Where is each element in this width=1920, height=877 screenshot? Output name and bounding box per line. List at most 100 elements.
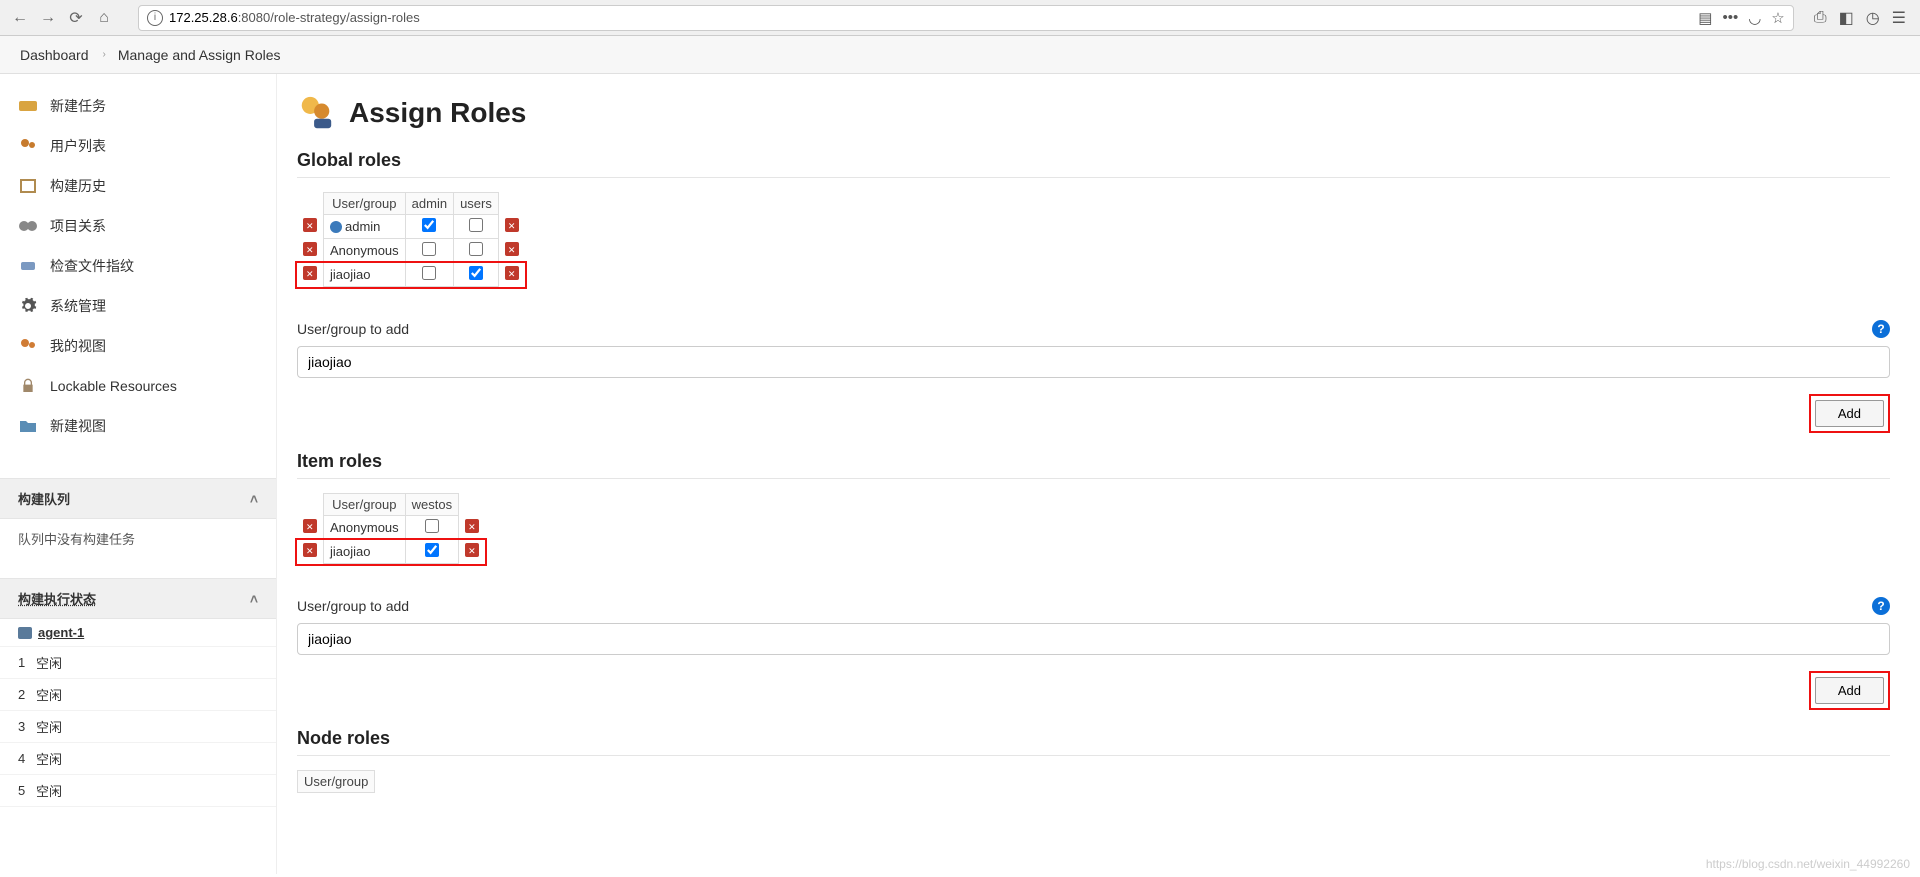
breadcrumb-manage-roles[interactable]: Manage and Assign Roles [118,47,281,63]
bookmark-icon[interactable]: ☆ [1771,9,1784,27]
sidebar-item-new-view[interactable]: 新建视图 [0,406,276,446]
library-icon[interactable]: ⎙ [1814,9,1827,27]
delete-icon[interactable] [505,266,519,280]
executor-num: 3 [18,719,36,734]
sidebar-item-lockable-resources[interactable]: Lockable Resources [0,366,276,406]
delete-icon[interactable] [505,242,519,256]
role-checkbox[interactable] [422,266,436,280]
col-header: westos [405,494,458,516]
sidebar-item-label: 系统管理 [50,296,106,316]
reader-icon[interactable]: ▤ [1698,9,1712,27]
sidebar-item-label: 我的视图 [50,336,106,356]
item-add-label: User/group to add [297,598,409,614]
executor-num: 2 [18,687,36,702]
role-checkbox[interactable] [422,242,436,256]
menu-icon[interactable]: ☰ [1892,8,1906,28]
executor-status-header[interactable]: 构建执行状态 ˄ [0,578,276,619]
user-name-cell: admin [324,215,406,239]
global-add-input[interactable] [297,346,1890,378]
help-button[interactable]: ? [1872,320,1890,338]
delete-icon[interactable] [505,218,519,232]
agent-row[interactable]: agent-1 [0,619,276,647]
delete-icon[interactable] [303,218,317,232]
delete-icon[interactable] [303,519,317,533]
sidebar-item-label: 新建视图 [50,416,106,436]
executor-row: 5空闲 [0,775,276,807]
home-button[interactable]: ⌂ [90,4,118,32]
extension-icon[interactable]: ◷ [1866,8,1880,28]
executor-num: 1 [18,655,36,670]
info-icon[interactable]: i [147,10,163,26]
executor-num: 4 [18,751,36,766]
fingerprint-icon [18,256,38,276]
global-roles-title: Global roles [297,150,1890,171]
build-queue-body: 队列中没有构建任务 [0,519,276,558]
divider [297,177,1890,178]
sidebar-item-project-relationship[interactable]: 项目关系 [0,206,276,246]
sidebar-item-manage[interactable]: 系统管理 [0,286,276,326]
executor-row: 2空闲 [0,679,276,711]
sidebar-item-my-views[interactable]: 我的视图 [0,326,276,366]
role-checkbox[interactable] [425,543,439,557]
global-add-label: User/group to add [297,321,409,337]
pocket-icon[interactable]: ◡ [1748,9,1761,27]
project-relationship-icon [18,216,38,236]
role-checkbox[interactable] [469,242,483,256]
watermark: https://blog.csdn.net/weixin_44992260 [1706,857,1910,871]
executor-num: 5 [18,783,36,798]
build-history-icon [18,176,38,196]
executor-row: 4空闲 [0,743,276,775]
item-add-input[interactable] [297,623,1890,655]
executor-status-title[interactable]: 构建执行状态 [18,589,96,608]
divider [297,478,1890,479]
user-name-cell: jiaojiao [324,263,406,287]
breadcrumb: Dashboard › Manage and Assign Roles [0,36,1920,74]
page-title: Assign Roles [349,97,526,129]
help-button[interactable]: ? [1872,597,1890,615]
forward-button[interactable]: → [34,4,62,32]
node-roles-table: User/group [297,770,375,793]
global-add-button[interactable]: Add [1815,400,1884,427]
browser-toolbar: ← → ⟳ ⌂ i 172.25.28.6:8080/role-strategy… [0,0,1920,36]
people-icon [18,136,38,156]
sidebar-toggle-icon[interactable]: ◧ [1839,8,1854,28]
delete-icon[interactable] [465,519,479,533]
new-item-icon [18,96,38,116]
my-views-icon [18,336,38,356]
role-checkbox[interactable] [469,266,483,280]
help-icon: ? [1872,597,1890,615]
sidebar-item-build-history[interactable]: 构建历史 [0,166,276,206]
table-row: Anonymous [297,239,525,263]
more-icon[interactable]: ••• [1722,9,1738,26]
assign-roles-icon [297,94,335,132]
breadcrumb-dashboard[interactable]: Dashboard [20,47,89,63]
divider [297,755,1890,756]
url-text: 172.25.28.6:8080/role-strategy/assign-ro… [169,10,420,25]
item_roles-table: User/groupwestosAnonymousjiaojiao [297,493,485,564]
role-checkbox[interactable] [469,218,483,232]
delete-icon[interactable] [465,543,479,557]
table-row: Anonymous [297,516,485,540]
role-checkbox[interactable] [425,519,439,533]
sidebar-item-people[interactable]: 用户列表 [0,126,276,166]
user-icon [330,221,342,233]
item-add-button[interactable]: Add [1815,677,1884,704]
delete-icon[interactable] [303,266,317,280]
agent-name[interactable]: agent-1 [38,625,84,640]
delete-icon[interactable] [303,543,317,557]
executor-row: 1空闲 [0,647,276,679]
back-button[interactable]: ← [6,4,34,32]
sidebar: 新建任务 用户列表 构建历史 项目关系 检查文件指纹 系统管理 [0,74,277,874]
sidebar-item-fingerprint[interactable]: 检查文件指纹 [0,246,276,286]
reload-button[interactable]: ⟳ [62,4,90,32]
executor-status: 空闲 [36,717,62,736]
sidebar-item-label: Lockable Resources [50,378,177,394]
role-checkbox[interactable] [422,218,436,232]
user-name-cell: Anonymous [324,239,406,263]
delete-icon[interactable] [303,242,317,256]
url-bar[interactable]: i 172.25.28.6:8080/role-strategy/assign-… [138,5,1794,31]
build-queue-header[interactable]: 构建队列 ˄ [0,478,276,519]
global_roles-table: User/groupadminusersadminAnonymousjiaoji… [297,192,525,287]
sidebar-item-new-item[interactable]: 新建任务 [0,86,276,126]
executor-status: 空闲 [36,685,62,704]
